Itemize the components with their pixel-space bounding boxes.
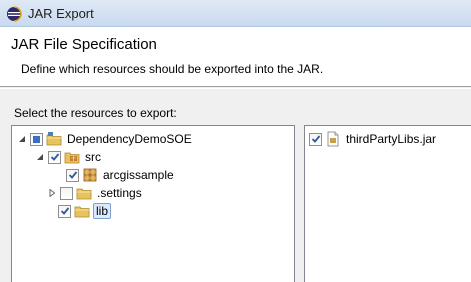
list-item-label: thirdPartyLibs.jar	[346, 132, 437, 146]
src-checkbox[interactable]	[48, 150, 61, 164]
folder-icon	[74, 203, 90, 219]
tree-item-lib[interactable]: lib	[58, 202, 112, 220]
window-title: JAR Export	[28, 6, 94, 21]
settings-checkbox[interactable]	[60, 186, 73, 200]
lib-checkbox[interactable]	[58, 204, 71, 218]
jar-file-icon	[325, 131, 341, 147]
wizard-banner: JAR File Specification Define which reso…	[0, 27, 471, 87]
source-folder-icon	[64, 149, 80, 165]
resources-label: Select the resources to export:	[14, 106, 177, 120]
collapse-arrow-icon[interactable]	[16, 133, 28, 145]
arcgissample-checkbox[interactable]	[66, 168, 79, 182]
tree-item-arcgissample[interactable]: arcgissample	[66, 166, 176, 184]
wizard-content: Select the resources to export: Dependen…	[0, 88, 471, 282]
expand-arrow-icon[interactable]	[46, 187, 58, 199]
resource-tree[interactable]: DependencyDemoSOE src arcgissample .sett…	[11, 125, 295, 282]
tree-item-label: arcgissample	[103, 168, 174, 182]
tree-item-label: DependencyDemoSOE	[67, 132, 192, 146]
file-list[interactable]: thirdPartyLibs.jar	[304, 125, 471, 282]
list-item-third-party-jar[interactable]: thirdPartyLibs.jar	[309, 130, 438, 148]
tree-item-project[interactable]: DependencyDemoSOE	[16, 130, 194, 148]
tree-item-label: .settings	[97, 186, 142, 200]
page-title: JAR File Specification	[11, 36, 157, 53]
collapse-arrow-icon[interactable]	[34, 151, 46, 163]
project-checkbox[interactable]	[30, 132, 43, 146]
jar-checkbox[interactable]	[309, 132, 322, 146]
project-icon	[46, 131, 62, 147]
tree-item-settings[interactable]: .settings	[46, 184, 144, 202]
title-bar: JAR Export	[0, 0, 471, 27]
tree-item-src[interactable]: src	[34, 148, 103, 166]
divider	[0, 88, 471, 89]
tree-item-label: lib	[93, 203, 112, 219]
page-description: Define which resources should be exporte…	[21, 62, 324, 76]
folder-icon	[76, 185, 92, 201]
eclipse-icon	[6, 6, 22, 22]
package-icon	[82, 167, 98, 183]
tree-item-label: src	[85, 150, 101, 164]
